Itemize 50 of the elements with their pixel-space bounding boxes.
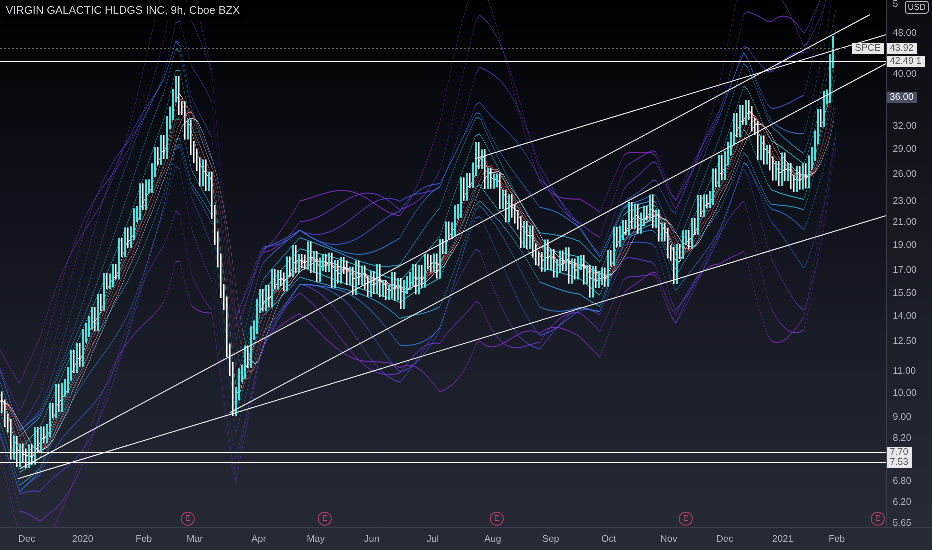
price-label: 23.00 <box>893 196 917 207</box>
time-label: 2020 <box>72 533 94 547</box>
time-label: Jun <box>364 533 380 547</box>
price-label: 32.00 <box>893 121 917 132</box>
price-label: 21.00 <box>893 217 917 228</box>
price-label: 11.00 <box>893 366 916 377</box>
price-label: 15.50 <box>893 288 917 299</box>
time-label: Feb <box>136 533 152 547</box>
time-label: Sep <box>542 533 560 547</box>
time-label: Dec <box>716 533 734 547</box>
time-label: Aug <box>484 533 502 547</box>
price-tag: 42.49 1 <box>887 56 925 67</box>
time-label: Oct <box>602 533 616 547</box>
earnings-marker[interactable]: E <box>871 512 885 526</box>
price-tag: 36.00 <box>887 92 917 103</box>
time-label: Dec <box>18 533 36 547</box>
time-label: Jul <box>426 533 440 547</box>
price-tag: 43.92 <box>887 43 917 54</box>
price-label: 9.00 <box>893 412 912 423</box>
price-label: 19.00 <box>893 240 917 251</box>
time-label: Feb <box>828 533 846 547</box>
price-label: 6.20 <box>893 497 912 508</box>
symbol-label: SPCE <box>852 43 884 54</box>
price-label: 40.00 <box>893 69 917 80</box>
trend-line[interactable] <box>230 64 886 414</box>
earnings-marker[interactable]: E <box>318 512 332 526</box>
price-tag: 7.53 <box>887 457 912 468</box>
price-label: 26.00 <box>893 169 917 180</box>
time-label: Apr <box>252 533 266 547</box>
price-tag: 7.70 <box>887 447 912 458</box>
time-label: 2021 <box>772 533 794 547</box>
earnings-marker[interactable]: E <box>490 512 504 526</box>
earnings-marker[interactable]: E <box>181 512 195 526</box>
price-label: 29.00 <box>893 144 917 155</box>
price-label: 8.20 <box>893 433 912 444</box>
price-label: 48.00 <box>893 28 917 39</box>
price-label: 5.65 <box>893 518 912 529</box>
price-label: 10.00 <box>893 388 917 399</box>
time-label: May <box>307 533 325 547</box>
price-label: 6.80 <box>893 476 912 487</box>
time-label: Mar <box>186 533 204 547</box>
price-label: 14.00 <box>893 311 917 322</box>
time-label: Nov <box>660 533 678 547</box>
price-label: 17.00 <box>893 265 917 276</box>
trend-line[interactable] <box>18 216 886 480</box>
trend-line[interactable] <box>474 34 886 160</box>
price-label: 12.50 <box>893 336 917 347</box>
currency-button[interactable]: USD <box>905 1 929 14</box>
price-label: 5 <box>893 0 898 10</box>
earnings-marker[interactable]: E <box>679 512 693 526</box>
